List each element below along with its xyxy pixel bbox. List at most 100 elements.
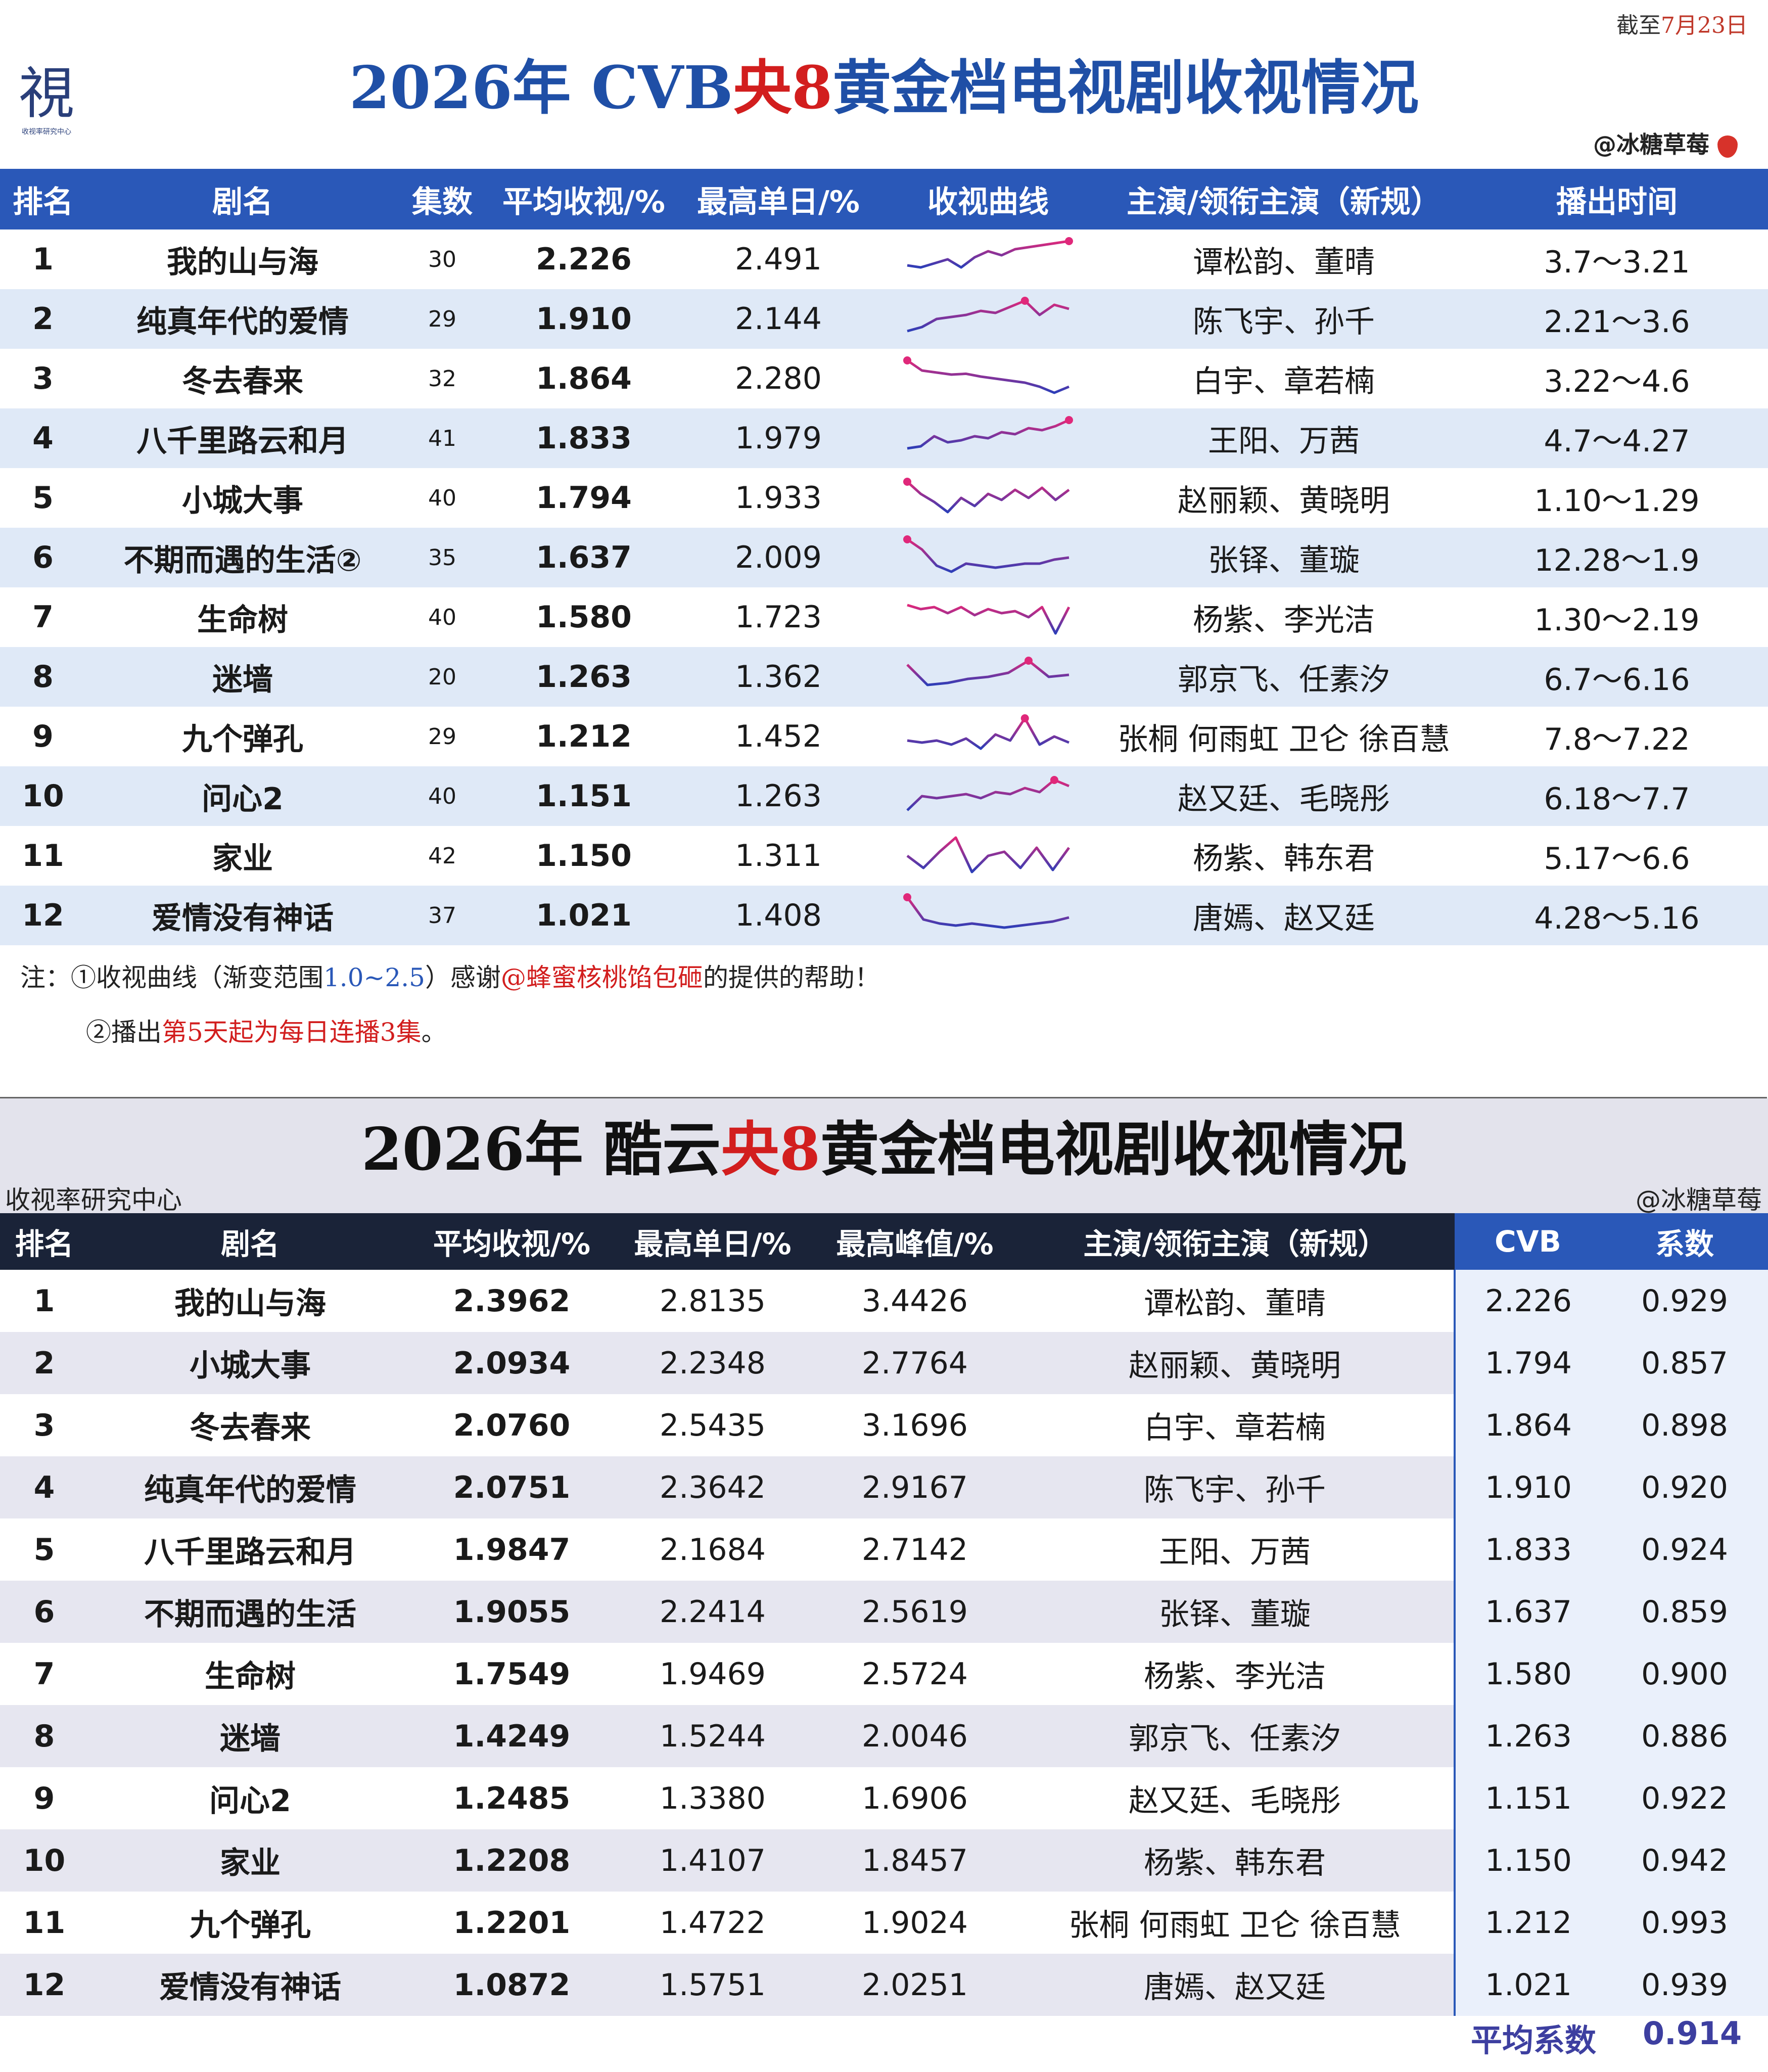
header2-cast: 主演/领衔主演（新规） xyxy=(1016,1213,1455,1270)
title-cell: 小城大事 xyxy=(88,1332,412,1394)
rating-sparkline xyxy=(903,356,1069,394)
rating-sparkline xyxy=(907,416,1073,450)
avg-cell: 1.0872 xyxy=(412,1954,612,2016)
page-title-kuyun: 2026年 酷云央8黄金档电视剧收视情况 xyxy=(0,1102,1768,1187)
max-cell: 1.933 xyxy=(682,468,874,528)
coef-cell: 0.898 xyxy=(1601,1394,1768,1456)
avg-cell: 1.2208 xyxy=(412,1829,612,1892)
cvb-cell: 1.794 xyxy=(1454,1332,1601,1394)
cast-cell: 杨紫、李光洁 xyxy=(1016,1643,1455,1705)
title-cell: 纯真年代的爱情 xyxy=(88,1456,412,1518)
cast-cell: 赵又廷、毛晓彤 xyxy=(1102,766,1466,826)
table-row: 1 我的山与海 2.3962 2.8135 3.4426 谭松韵、董晴 2.226 0.929 xyxy=(0,1270,1768,1332)
rating-sparkline xyxy=(907,714,1069,750)
rating-sparkline xyxy=(907,237,1073,269)
date-prefix: 截至 xyxy=(1616,13,1661,38)
title-cell: 纯真年代的爱情 xyxy=(86,289,399,349)
table-row: 9 九个弹孔 29 1.212 1.452 张桐 何雨虹 卫仑 徐百慧 7.8～7.22 xyxy=(0,707,1768,766)
cast-cell: 赵又廷、毛晓彤 xyxy=(1016,1767,1455,1829)
max-day-cell: 2.8135 xyxy=(612,1270,814,1332)
cast-cell: 张铎、董璇 xyxy=(1016,1581,1455,1643)
avg-cell: 1.2485 xyxy=(412,1767,612,1829)
sparkline-marker xyxy=(1050,776,1058,784)
sparkline-marker xyxy=(1025,657,1033,665)
sparkline-marker xyxy=(903,893,911,901)
rating-sparkline xyxy=(907,297,1069,333)
max-cell: 2.009 xyxy=(682,528,874,587)
max-cell: 1.979 xyxy=(682,408,874,468)
max-cell: 2.491 xyxy=(682,229,874,289)
cvb-cell: 1.910 xyxy=(1454,1456,1601,1518)
sparkline-path xyxy=(906,481,1070,514)
table-row: 10 家业 1.2208 1.4107 1.8457 杨紫、韩东君 1.150 0.942 xyxy=(0,1829,1768,1892)
title2-pre: 2026年 酷云 xyxy=(361,1115,721,1184)
curve-cell xyxy=(874,826,1102,886)
table-row: 12 爱情没有神话 37 1.021 1.408 唐嫣、赵又廷 4.28～5.16 xyxy=(0,886,1768,945)
avg-cell: 1.637 xyxy=(485,528,682,587)
header-curve: 收视曲线 xyxy=(874,169,1102,229)
table-row: 5 小城大事 40 1.794 1.933 赵丽颖、黄晓明 1.10～1.29 xyxy=(0,468,1768,528)
episodes-cell: 37 xyxy=(399,886,485,945)
coef-cell: 0.920 xyxy=(1601,1456,1768,1518)
curve-cell xyxy=(874,528,1102,587)
coef-cell: 0.886 xyxy=(1601,1705,1768,1767)
header2-peak: 最高峰值/% xyxy=(814,1213,1016,1270)
title-cell: 我的山与海 xyxy=(86,229,399,289)
max-day-cell: 1.9469 xyxy=(612,1643,814,1705)
rank-cell: 12 xyxy=(0,1954,88,2016)
title-cell: 我的山与海 xyxy=(88,1270,412,1332)
episodes-cell: 42 xyxy=(399,826,485,886)
max-day-cell: 2.3642 xyxy=(612,1456,814,1518)
curve-cell xyxy=(874,229,1102,289)
max-day-cell: 2.5435 xyxy=(612,1394,814,1456)
title-cell: 冬去春来 xyxy=(86,349,399,408)
avg-cell: 2.226 xyxy=(485,229,682,289)
time-cell: 12.28～1.9 xyxy=(1466,528,1768,587)
table-row: 3 冬去春来 32 1.864 2.280 白宇、章若楠 3.22～4.6 xyxy=(0,349,1768,408)
title2-post: 黄金档电视剧收视情况 xyxy=(820,1115,1407,1184)
avg-cell: 1.2201 xyxy=(412,1892,612,1954)
time-cell: 2.21～3.6 xyxy=(1466,289,1768,349)
max-cell: 1.311 xyxy=(682,826,874,886)
avg-cell: 1.9847 xyxy=(412,1518,612,1581)
table-header-row: 排名 剧名 集数 平均收视/% 最高单日/% 收视曲线 主演/领衔主演（新规） … xyxy=(0,169,1768,229)
note2-post: 。 xyxy=(421,1018,447,1047)
episodes-cell: 32 xyxy=(399,349,485,408)
title2-highlight: 央8 xyxy=(721,1115,820,1184)
table-row: 6 不期而遇的生活 1.9055 2.2414 2.5619 张铎、董璇 1.637 0.85… xyxy=(0,1581,1768,1643)
peak-cell: 1.6906 xyxy=(814,1767,1016,1829)
cvb-cell: 1.864 xyxy=(1454,1394,1601,1456)
page-title-cvb: 2026年 CVB央8黄金档电视剧收视情况 xyxy=(0,40,1768,125)
rank-cell: 4 xyxy=(0,1456,88,1518)
author-credit-2: @冰糖草莓 xyxy=(1636,1185,1762,1215)
table-row: 9 问心2 1.2485 1.3380 1.6906 赵又廷、毛晓彤 1.151 0.922 xyxy=(0,1767,1768,1829)
time-cell: 5.17～6.6 xyxy=(1466,826,1768,886)
curve-cell xyxy=(874,468,1102,528)
cast-cell: 张桐 何雨虹 卫仑 徐百慧 xyxy=(1102,707,1466,766)
cast-cell: 谭松韵、董晴 xyxy=(1016,1270,1455,1332)
title-post: 黄金档电视剧收视情况 xyxy=(832,54,1419,122)
sparkline-path xyxy=(906,659,1069,686)
cast-cell: 白宇、章若楠 xyxy=(1016,1394,1455,1456)
max-day-cell: 2.2414 xyxy=(612,1581,814,1643)
episodes-cell: 40 xyxy=(399,587,485,647)
cast-cell: 唐嫣、赵又廷 xyxy=(1102,886,1466,945)
header2-avg: 平均收视/% xyxy=(412,1213,612,1270)
note2-pre: ②播出 xyxy=(86,1018,162,1047)
rank-cell: 9 xyxy=(0,707,86,766)
sparkline-marker xyxy=(1065,237,1073,245)
coef-cell: 0.857 xyxy=(1601,1332,1768,1394)
title-cell: 小城大事 xyxy=(86,468,399,528)
title-cell: 不期而遇的生活 xyxy=(88,1581,412,1643)
max-cell: 1.452 xyxy=(682,707,874,766)
coef-cell: 0.929 xyxy=(1601,1270,1768,1332)
peak-cell: 2.5619 xyxy=(814,1581,1016,1643)
cast-cell: 杨紫、韩东君 xyxy=(1016,1829,1455,1892)
rank-cell: 8 xyxy=(0,1705,88,1767)
coef-cell: 0.922 xyxy=(1601,1767,1768,1829)
cast-cell: 谭松韵、董晴 xyxy=(1102,229,1466,289)
cast-cell: 白宇、章若楠 xyxy=(1102,349,1466,408)
table-row: 4 八千里路云和月 41 1.833 1.979 王阳、万茜 4.7～4.27 xyxy=(0,408,1768,468)
cvb-cell: 2.226 xyxy=(1454,1270,1601,1332)
table-row: 1 我的山与海 30 2.226 2.491 谭松韵、董晴 3.7～3.21 xyxy=(0,229,1768,289)
